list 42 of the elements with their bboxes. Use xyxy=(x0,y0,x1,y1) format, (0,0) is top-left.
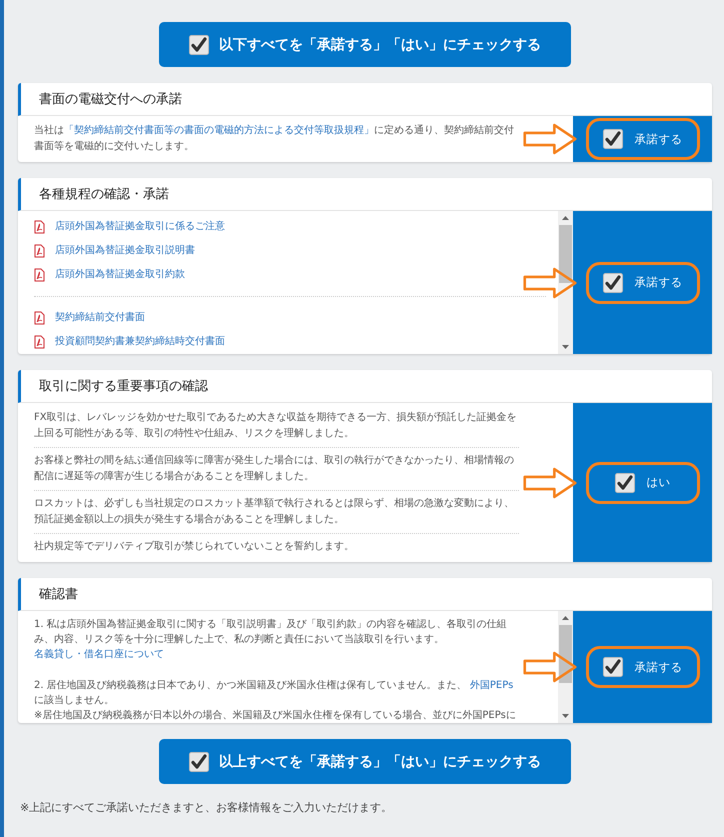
paragraph: ロスカットは、必ずしも当社規定のロスカット基準額で執行されるとは限らず、相場の急激な変動により、預託証拠金額以上の損失が発生する場合があることを理解しました。 xyxy=(34,496,515,527)
accept-option[interactable]: 承諾する xyxy=(586,646,700,688)
check-all-button[interactable]: 以下すべてを「承諾する」「はい」にチェックする xyxy=(159,22,571,67)
checkbox[interactable] xyxy=(602,657,622,677)
checkbox[interactable] xyxy=(602,129,622,149)
link[interactable]: 外国PEPs xyxy=(470,680,514,691)
checkbox[interactable] xyxy=(189,34,209,54)
document-link[interactable]: 店頭外国為替証拠金取引説明書 xyxy=(55,243,195,259)
paragraph: FX取引は、レバレッジを効かせた取引であるため大きな収益を期待できる一方、損失額が預託した証拠金を上回る可能性がある等、取引の特性や仕組み、リスクを理解しました。 xyxy=(34,410,518,441)
paragraph: 1. 私は店頭外国為替証拠金取引に関する「取引説明書」及び「取引約款」の内容を確認し、各取引の仕組み、内容、リスク等を十分に理解した上で、私の判断と責任において当該取引を行います。 xyxy=(34,618,508,647)
pdf-icon xyxy=(34,335,45,349)
paragraph: 社内規定等でデリバティブ取引が禁じられていないことを誓約します。 xyxy=(34,540,355,554)
pdf-icon xyxy=(34,244,45,258)
document-link[interactable]: 投資顧問契約書兼契約締結時交付書面 xyxy=(55,334,225,350)
scrollbar[interactable] xyxy=(558,611,573,723)
check-all-button[interactable]: 以上すべてを「承諾する」「はい」にチェックする xyxy=(159,739,571,784)
paragraph: 当社は「契約締結前交付書面等の書面の電磁的方法による交付等取扱規程」に定める通り、契約締結前交付書面等を電磁的に交付いたします。 xyxy=(34,124,515,154)
document-link[interactable]: 店頭外国為替証拠金取引約款 xyxy=(55,267,185,283)
scroll-thumb[interactable] xyxy=(559,225,572,283)
pdf-icon xyxy=(34,268,45,282)
paragraph: お客様と弊社の間を結ぶ通信回線等に障害が発生した場合には、取引の執行ができなかったり、相場情報の配信に遅延等の障害が生じる場合があることを理解しました。 xyxy=(34,454,515,484)
scroll-thumb[interactable] xyxy=(559,625,572,683)
checkbox[interactable] xyxy=(602,272,622,292)
pdf-icon xyxy=(34,220,45,234)
note-text: ※上記にすべてご承諾いただきますと、お客様情報をご入力いただけます。 xyxy=(19,800,394,815)
document-link[interactable]: 契約締結前交付書面 xyxy=(55,310,145,326)
scrollbar[interactable] xyxy=(558,211,573,354)
document-link[interactable]: 店頭外国為替証拠金取引に係るご注意 xyxy=(55,219,225,235)
accept-option[interactable]: 承諾する xyxy=(586,118,700,160)
link[interactable]: 「契約締結前交付書面等の書面の電磁的方法による交付等取扱規程」 xyxy=(64,125,374,136)
arrow-annotation xyxy=(523,123,577,155)
accept-option[interactable]: 承諾する xyxy=(586,262,700,304)
pdf-icon xyxy=(34,311,45,325)
link[interactable]: 名義貸し・借名口座について xyxy=(34,649,164,660)
arrow-annotation xyxy=(523,266,577,298)
checkbox[interactable] xyxy=(614,472,634,492)
paragraph: ※居住地国及び納税義務が日本以外の場合、米国籍及び米国永住権を保有している場合、並びに外国PEPsに xyxy=(34,708,517,723)
arrow-annotation xyxy=(523,466,577,498)
paragraph: 2. 居住地国及び納税義務は日本であり、かつ米国籍及び米国永住権は保有していません。また、 外国PEPs に該当しません。 xyxy=(34,678,514,708)
checkbox[interactable] xyxy=(189,752,209,772)
accept-option[interactable]: はい xyxy=(586,462,700,504)
arrow-annotation xyxy=(523,651,577,683)
